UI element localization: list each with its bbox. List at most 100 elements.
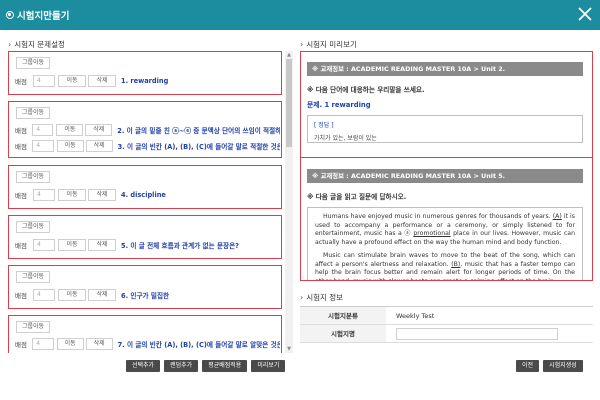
- info-section-title: 시험지 정보: [306, 293, 344, 302]
- record-icon: [6, 11, 14, 19]
- left-section-header: › 시험지 문제설정: [8, 39, 65, 50]
- answer-title: [ 정답 ]: [314, 122, 334, 129]
- delete-button[interactable]: 삭제: [88, 289, 116, 301]
- score-input[interactable]: 4: [32, 140, 54, 152]
- info-row-category: 시험지분류 Weekly Test: [300, 307, 593, 325]
- left-action-buttons: 선택추가 랜덤추가 평균배점적용 미리보기: [126, 360, 286, 372]
- question-title: 문제. 1 rewarding: [307, 101, 371, 109]
- exam-name-input[interactable]: [396, 327, 558, 340]
- question-text: 6. 인구가 밀집한: [121, 292, 170, 300]
- exam-name-cell: [386, 327, 593, 340]
- question-list: 그룹이동 배점 4 이동 삭제 1. rewarding 그룹이동 배점 4 이…: [8, 51, 293, 353]
- score-input[interactable]: 4: [33, 239, 55, 251]
- question-row: 배점 4 이동 삭제 2. 이 글의 밑줄 친 ⓐ~ⓔ 중 문맥상 단어의 쓰임…: [15, 123, 280, 137]
- delete-button[interactable]: 삭제: [85, 338, 113, 350]
- group-move-button[interactable]: 그룹이동: [16, 171, 51, 183]
- score-input[interactable]: 4: [33, 189, 55, 201]
- delete-button[interactable]: 삭제: [88, 189, 116, 201]
- scroll-thumb[interactable]: [286, 59, 292, 147]
- category-value: Weekly Test: [396, 311, 435, 320]
- question-text: 4. discipline: [121, 191, 166, 199]
- question-card: 그룹이동 배점 4 이동 삭제 2. 이 글의 밑줄 친 ⓐ~ⓔ 중 문맥상 단…: [8, 101, 282, 158]
- question-text: 7. 이 글의 빈칸 (A), (B), (C)에 들어갈 말로 알맞은 것은?: [117, 341, 280, 349]
- score-input[interactable]: 4: [32, 338, 54, 350]
- score-input[interactable]: 4: [33, 289, 55, 301]
- move-button[interactable]: 이동: [58, 189, 86, 201]
- score-input[interactable]: 4: [32, 124, 54, 136]
- chevron-right-icon: ›: [300, 40, 304, 49]
- question-text: 2. 이 글의 밑줄 친 ⓐ~ⓔ 중 문맥상 단어의 쓰임이 적절하지: [117, 127, 280, 135]
- reading-passage: Humans have enjoyed music in numerous ge…: [307, 207, 583, 281]
- score-label: 배점: [15, 292, 27, 300]
- right-section-header: › 시험지 미리보기: [300, 39, 357, 50]
- close-icon[interactable]: [577, 6, 593, 22]
- score-input[interactable]: 4: [33, 75, 55, 87]
- create-exam-button[interactable]: 시험지생성: [543, 360, 583, 372]
- question-card: 그룹이동 배점 4 이동 삭제 4. discipline: [8, 165, 282, 209]
- move-button[interactable]: 이동: [56, 140, 84, 152]
- chevron-right-icon: ›: [300, 293, 304, 302]
- passage-paragraph: Music can stimulate brain waves to move …: [315, 252, 575, 281]
- add-random-button[interactable]: 랜덤추가: [164, 360, 199, 372]
- exam-info-table: 시험지분류 Weekly Test 시험지명: [300, 306, 593, 343]
- question-text: 1. rewarding: [121, 77, 169, 85]
- window-title-text: 시험지만들기: [17, 11, 70, 22]
- score-label: 배점: [15, 127, 27, 135]
- delete-button[interactable]: 삭제: [88, 75, 116, 87]
- previous-button[interactable]: 이전: [516, 360, 540, 372]
- move-button[interactable]: 이동: [56, 124, 84, 136]
- apply-average-score-button[interactable]: 평균배점적용: [202, 360, 248, 372]
- group-move-button[interactable]: 그룹이동: [16, 57, 51, 69]
- question-row: 배점 4 이동 삭제 6. 인구가 밀집한: [15, 288, 280, 302]
- delete-button[interactable]: 삭제: [85, 124, 113, 136]
- score-label: 배점: [15, 242, 27, 250]
- question-card: 그룹이동 배점 4 이동 삭제 5. 이 글 전체 흐름과 관계가 없는 문장은…: [8, 215, 282, 259]
- chevron-right-icon: ›: [8, 40, 12, 49]
- scroll-down-icon[interactable]: ▼: [285, 345, 293, 353]
- question-card: 그룹이동 배점 4 이동 삭제 1. rewarding: [8, 51, 282, 95]
- preview-block: ※ 교재정보 : ACADEMIC READING MASTER 10A > U…: [307, 62, 583, 143]
- title-bar: 시험지만들기: [0, 0, 600, 30]
- question-row: 배점 4 이동 삭제 1. rewarding: [15, 74, 280, 88]
- info-row-name: 시험지명: [300, 325, 593, 343]
- question-row: 배점 4 이동 삭제 5. 이 글 전체 흐름과 관계가 없는 문장은?: [15, 238, 280, 252]
- move-button[interactable]: 이동: [58, 75, 86, 87]
- group-move-button[interactable]: 그룹이동: [16, 271, 51, 283]
- score-label: 배점: [15, 143, 27, 151]
- score-label: 배점: [15, 341, 27, 349]
- group-move-button[interactable]: 그룹이동: [16, 321, 51, 333]
- left-section-title: 시험지 문제설정: [14, 40, 65, 49]
- preview-block: ※ 교재정보 : ACADEMIC READING MASTER 10A > U…: [307, 169, 583, 281]
- group-move-button[interactable]: 그룹이동: [16, 221, 51, 233]
- answer-text: 가치가 있는, 보람이 있는: [314, 135, 377, 142]
- question-card: 그룹이동 배점 4 이동 삭제 6. 인구가 밀집한: [8, 265, 282, 309]
- score-label: 배점: [15, 192, 27, 200]
- preview-panel: ※ 교재정보 : ACADEMIC READING MASTER 10A > U…: [300, 51, 593, 281]
- group-move-button[interactable]: 그룹이동: [16, 107, 51, 119]
- question-row: 배점 4 이동 삭제 3. 이 글의 빈칸 (A), (B), (C)에 들어갈…: [15, 139, 280, 153]
- preview-button[interactable]: 미리보기: [251, 360, 286, 372]
- question-text: 5. 이 글 전체 흐름과 관계가 없는 문장은?: [121, 242, 239, 250]
- textbook-info-bar: ※ 교재정보 : ACADEMIC READING MASTER 10A > U…: [307, 62, 583, 76]
- delete-button[interactable]: 삭제: [85, 140, 113, 152]
- move-button[interactable]: 이동: [58, 289, 86, 301]
- textbook-info-bar: ※ 교재정보 : ACADEMIC READING MASTER 10A > U…: [307, 169, 583, 183]
- window-title: 시험지만들기: [6, 8, 69, 22]
- delete-button[interactable]: 삭제: [88, 239, 116, 251]
- info-section-header: › 시험지 정보: [300, 292, 343, 303]
- scroll-up-icon[interactable]: ▲: [285, 51, 293, 59]
- score-label: 배점: [15, 78, 27, 86]
- move-button[interactable]: 이동: [56, 338, 84, 350]
- question-row: 배점 4 이동 삭제 7. 이 글의 빈칸 (A), (B), (C)에 들어갈…: [15, 337, 280, 351]
- question-text: 3. 이 글의 빈칸 (A), (B), (C)에 들어갈 말로 적절한 것은?: [117, 143, 280, 151]
- instruction: ※ 다음 글을 읽고 질문에 답하시오.: [307, 193, 407, 201]
- scrollbar[interactable]: ▲ ▼: [285, 51, 293, 353]
- question-card: 그룹이동 배점 4 이동 삭제 7. 이 글의 빈칸 (A), (B), (C)…: [8, 315, 282, 353]
- right-section-title: 시험지 미리보기: [306, 40, 357, 49]
- exam-name-label: 시험지명: [300, 325, 386, 342]
- add-selected-button[interactable]: 선택추가: [126, 360, 161, 372]
- right-action-buttons: 이전 시험지생성: [516, 360, 583, 372]
- move-button[interactable]: 이동: [58, 239, 86, 251]
- question-row: 배점 4 이동 삭제 4. discipline: [15, 188, 280, 202]
- divider: [301, 157, 592, 158]
